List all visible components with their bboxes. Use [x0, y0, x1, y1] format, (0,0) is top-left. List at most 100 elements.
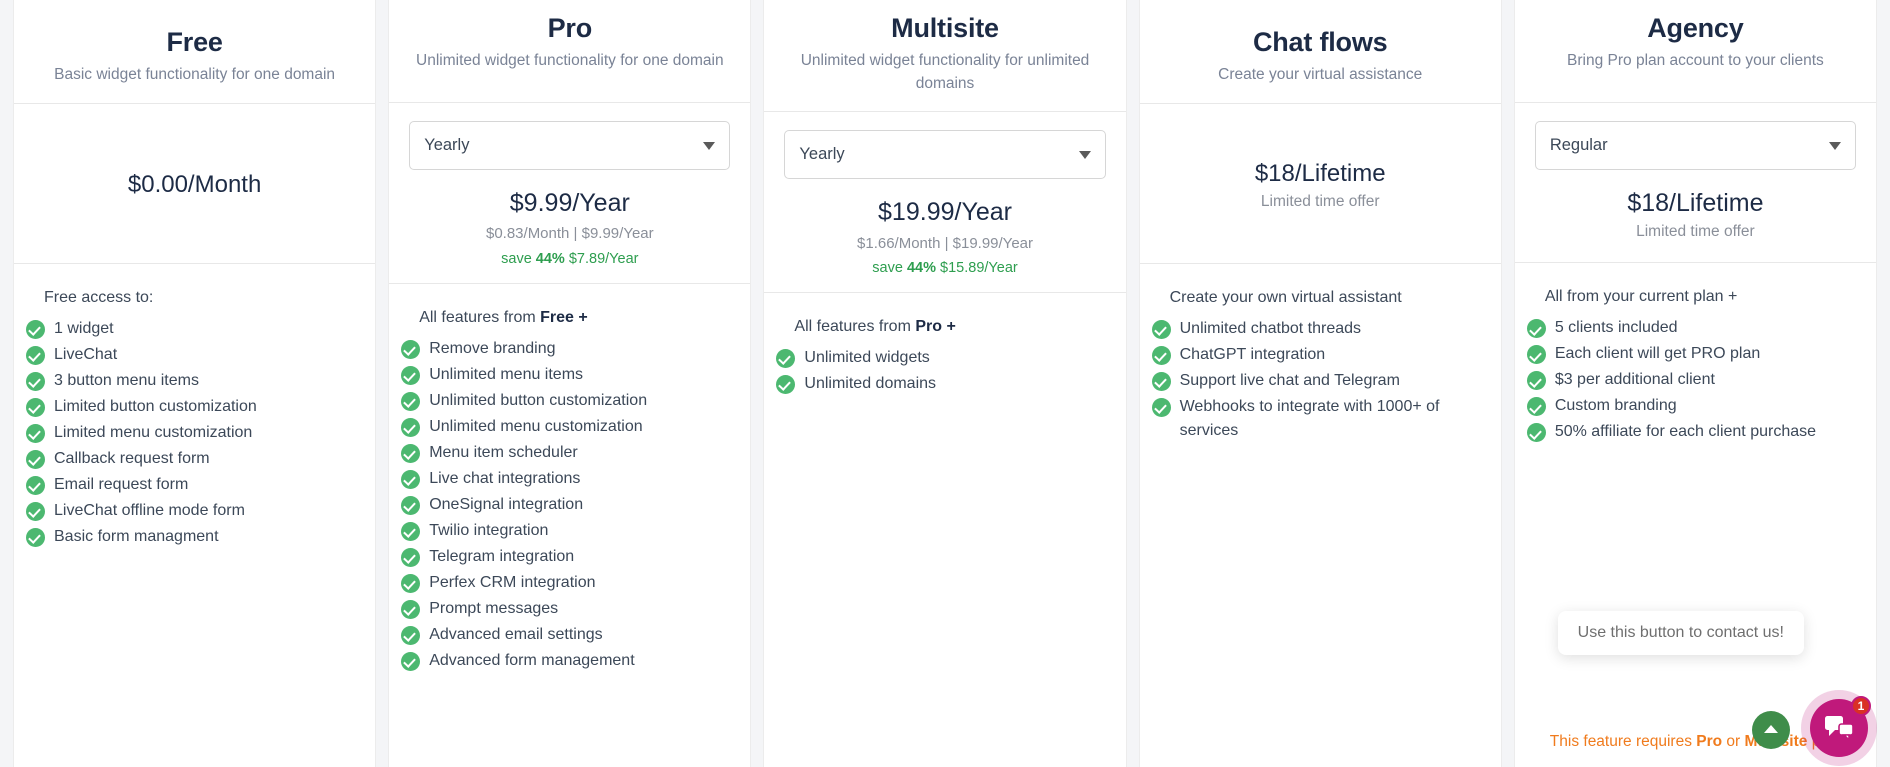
feature-label: LiveChat offline mode form: [54, 499, 357, 523]
check-circle-icon: [401, 392, 420, 411]
plan-header-free: Free Basic widget functionality for one d…: [14, 0, 375, 104]
feature-label: Advanced email settings: [429, 623, 732, 647]
check-circle-icon: [776, 349, 795, 368]
features-lead: Create your own virtual assistant: [1170, 286, 1483, 310]
feature-list: Unlimited widgetsUnlimited domains: [776, 345, 1107, 397]
feature-item: Email request form: [26, 472, 357, 498]
chevron-down-icon: [703, 142, 715, 150]
feature-item: $3 per additional client: [1527, 367, 1858, 393]
feature-label: Webhooks to integrate with 1000+ of serv…: [1180, 395, 1483, 443]
feature-item: Support live chat and Telegram: [1152, 368, 1483, 394]
plan-save-line: save 44% $7.89/Year: [409, 250, 730, 269]
plan-price-block-free: $0.00/Month: [14, 104, 375, 264]
plan-header-chat-flows: Chat flowsCreate your virtual assistance: [1140, 0, 1501, 104]
feature-label: Unlimited menu customization: [429, 415, 732, 439]
feature-label: Unlimited menu items: [429, 363, 732, 387]
feature-item: Custom branding: [1527, 393, 1858, 419]
features-lead: All features from Free +: [419, 306, 732, 330]
check-circle-icon: [401, 496, 420, 515]
feature-item: Prompt messages: [401, 596, 732, 622]
save-amount: $15.89/Year: [940, 260, 1018, 276]
plan-price-block-multisite: Yearly$19.99/Year$1.66/Month | $19.99/Ye…: [764, 112, 1125, 293]
feature-label: Unlimited domains: [804, 372, 1107, 396]
feature-label: Support live chat and Telegram: [1180, 369, 1483, 393]
check-circle-icon: [1527, 319, 1546, 338]
feature-item: 1 widget: [26, 316, 357, 342]
chevron-down-icon: [1829, 142, 1841, 150]
plan-title: Chat flows: [1156, 24, 1485, 60]
check-circle-icon: [401, 340, 420, 359]
feature-item: ChatGPT integration: [1152, 342, 1483, 368]
feature-label: ChatGPT integration: [1180, 343, 1483, 367]
feature-label: $3 per additional client: [1555, 368, 1858, 392]
features-lead-text: Create your own virtual assistant: [1170, 289, 1402, 306]
feature-label: Remove branding: [429, 337, 732, 361]
plan-title: Free: [30, 24, 359, 60]
plan-price-main: $0.00/Month: [128, 170, 261, 200]
feature-label: Callback request form: [54, 447, 357, 471]
features-lead-emphasis: Pro +: [915, 318, 955, 335]
feature-label: OneSignal integration: [429, 493, 732, 517]
check-circle-icon: [26, 450, 45, 469]
scroll-to-top-button[interactable]: [1752, 711, 1790, 749]
feature-item: Perfex CRM integration: [401, 570, 732, 596]
upsell-plan-pro: Pro: [1696, 733, 1722, 750]
features-lead-emphasis: Free +: [540, 309, 588, 326]
feature-label: 3 button menu items: [54, 369, 357, 393]
feature-list: 1 widgetLiveChat3 button menu itemsLimit…: [26, 316, 357, 550]
billing-period-value: Regular: [1550, 136, 1608, 155]
features-lead-text: All features from: [794, 318, 915, 335]
feature-item: Each client will get PRO plan: [1527, 341, 1858, 367]
plan-header-pro: ProUnlimited widget functionality for on…: [389, 0, 750, 103]
chevron-up-icon: [1764, 725, 1778, 733]
feature-item: Advanced form management: [401, 648, 732, 674]
feature-item: Telegram integration: [401, 544, 732, 570]
feature-item: Limited menu customization: [26, 420, 357, 446]
plan-header-agency: AgencyBring Pro plan account to your cli…: [1515, 0, 1876, 103]
upsell-middle: or: [1722, 733, 1744, 750]
plan-save-line: save 44% $15.89/Year: [784, 259, 1105, 278]
plan-price-main: $9.99/Year: [409, 188, 730, 219]
chat-unread-badge: 1: [1851, 696, 1871, 716]
feature-label: 5 clients included: [1555, 316, 1858, 340]
feature-label: Unlimited chatbot threads: [1180, 317, 1483, 341]
billing-period-select-agency[interactable]: Regular: [1535, 121, 1856, 170]
plan-features-pro: All features from Free +Remove brandingU…: [389, 284, 750, 767]
plan-subtitle: Bring Pro plan account to your clients: [1531, 50, 1860, 72]
billing-period-select-multisite[interactable]: Yearly: [784, 130, 1105, 179]
billing-period-select-pro[interactable]: Yearly: [409, 121, 730, 170]
check-circle-icon: [1527, 423, 1546, 442]
save-percent: 44%: [907, 260, 936, 276]
check-circle-icon: [26, 502, 45, 521]
check-circle-icon: [1152, 372, 1171, 391]
feature-label: Prompt messages: [429, 597, 732, 621]
plan-card-multisite: MultisiteUnlimited widget functionality …: [764, 0, 1125, 767]
upsell-prefix: This feature requires: [1550, 733, 1696, 750]
check-circle-icon: [401, 574, 420, 593]
feature-item: Live chat integrations: [401, 466, 732, 492]
feature-item: Limited button customization: [26, 394, 357, 420]
check-circle-icon: [26, 398, 45, 417]
plan-features-multisite: All features from Pro + Unlimited widgets…: [764, 293, 1125, 767]
feature-item: Basic form managment: [26, 524, 357, 550]
plan-price-breakdown: $1.66/Month | $19.99/Year: [784, 234, 1105, 254]
check-circle-icon: [26, 372, 45, 391]
feature-item: Twilio integration: [401, 518, 732, 544]
feature-label: Unlimited button customization: [429, 389, 732, 413]
check-circle-icon: [26, 476, 45, 495]
save-label: save: [872, 260, 903, 276]
feature-label: Limited menu customization: [54, 421, 357, 445]
check-circle-icon: [26, 320, 45, 339]
plan-subtitle: Basic widget functionality for one domai…: [30, 64, 359, 86]
feature-label: Limited button customization: [54, 395, 357, 419]
plan-features-agency: All from your current plan + 5 clients in…: [1515, 263, 1876, 767]
feature-label: Live chat integrations: [429, 467, 732, 491]
chat-launcher-button[interactable]: 1: [1810, 699, 1868, 757]
features-lead-text: All from your current plan +: [1545, 288, 1738, 305]
feature-item: 3 button menu items: [26, 368, 357, 394]
check-circle-icon: [401, 366, 420, 385]
feature-item: LiveChat offline mode form: [26, 498, 357, 524]
feature-item: 50% affiliate for each client purchase: [1527, 419, 1858, 445]
feature-label: Custom branding: [1555, 394, 1858, 418]
feature-label: LiveChat: [54, 343, 357, 367]
